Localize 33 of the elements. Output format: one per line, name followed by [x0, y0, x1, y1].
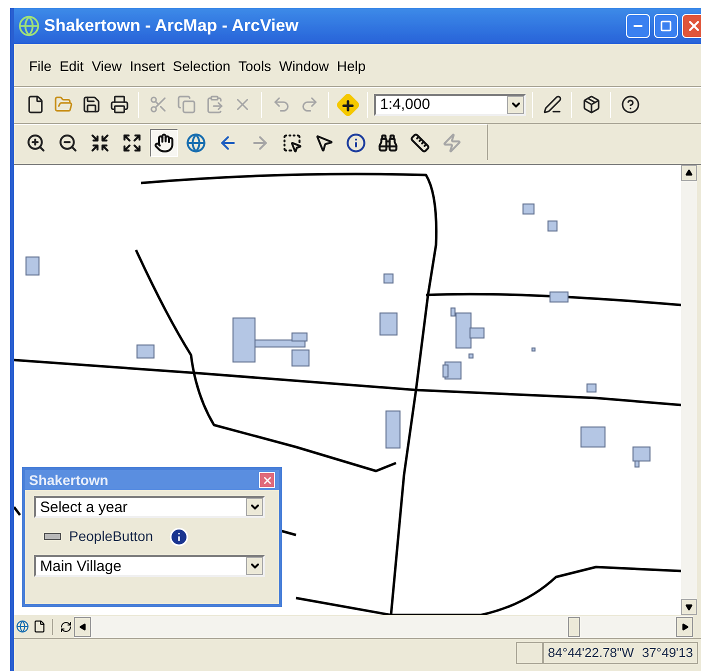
close-icon — [262, 474, 272, 486]
area-dropdown[interactable]: Main Village — [34, 555, 265, 577]
combo-value: Select a year — [39, 500, 129, 514]
maximize-icon — [660, 20, 672, 32]
year-dropdown[interactable]: Select a year — [34, 496, 265, 518]
scale-dropdown[interactable]: 1:4,000 — [374, 94, 526, 116]
close-button[interactable] — [259, 472, 275, 488]
menu-item[interactable]: Window — [276, 56, 332, 77]
vertical-scrollbar[interactable] — [681, 165, 697, 615]
menu-item[interactable]: File — [26, 56, 55, 77]
menu-item[interactable]: Selection — [170, 56, 234, 77]
people-button[interactable]: PeopleButton — [44, 526, 154, 547]
dialog-title: Shakertown — [29, 470, 108, 490]
menu-item[interactable]: Insert — [126, 56, 168, 77]
longitude-text: 84°44'22.78"W — [548, 644, 634, 662]
window-title: Shakertown - ArcMap - ArcView — [44, 15, 300, 38]
menu-item[interactable]: Tools — [235, 56, 274, 77]
latitude-text: 37°49'13 — [642, 644, 693, 662]
menu-item[interactable]: View — [88, 56, 125, 77]
hand-icon[interactable] — [150, 128, 178, 156]
close-button[interactable] — [682, 14, 701, 38]
data-view-tab[interactable] — [14, 618, 31, 635]
close-icon — [686, 18, 701, 34]
combo-value: Main Village — [39, 558, 122, 574]
info-icon[interactable] — [169, 526, 190, 546]
horizontal-scrollbar[interactable] — [74, 616, 693, 638]
scroll-thumb[interactable] — [568, 616, 580, 636]
maximize-button[interactable] — [654, 14, 678, 38]
globe-icon — [18, 15, 40, 37]
menu-item[interactable]: Edit — [56, 56, 87, 77]
combo-value: 1:4,000 — [379, 97, 432, 112]
menu-item[interactable]: Help — [334, 56, 369, 77]
minimize-button[interactable] — [626, 14, 650, 38]
